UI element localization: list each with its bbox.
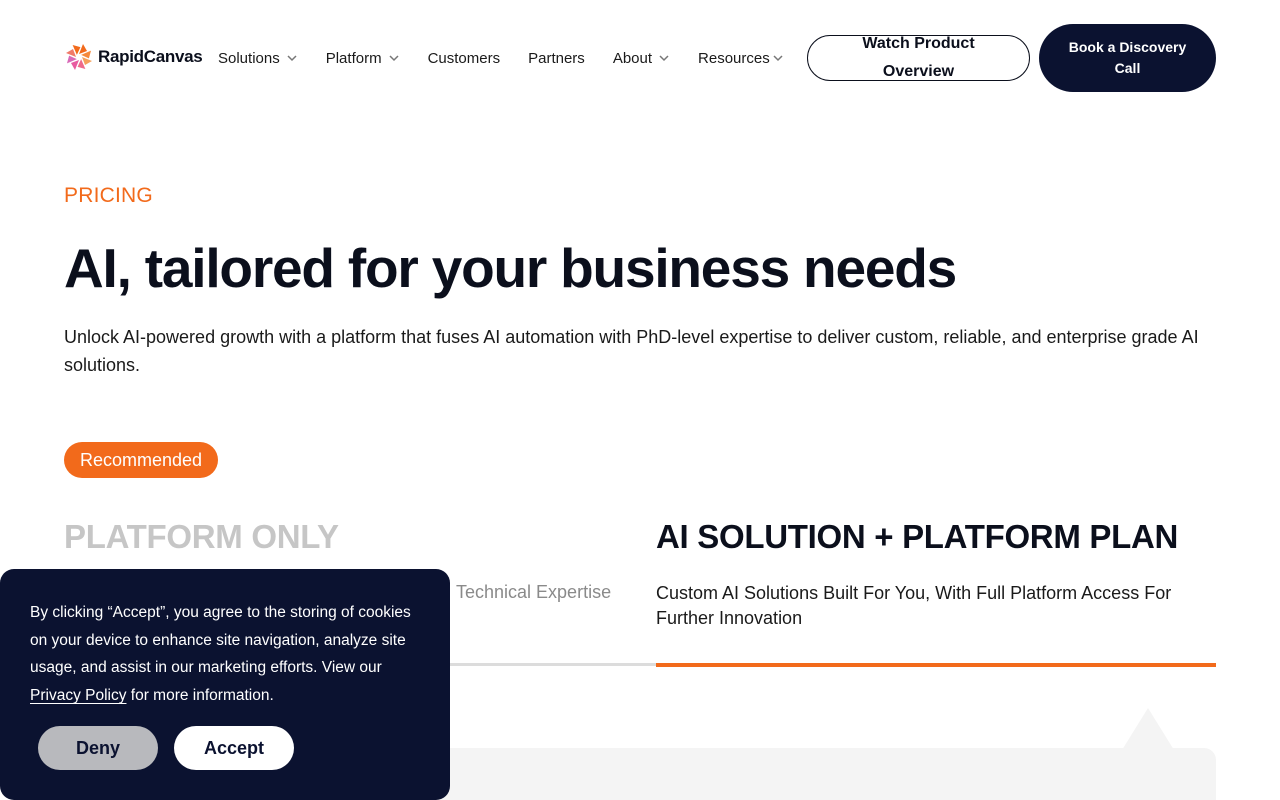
page-title: AI, tailored for your business needs (64, 237, 957, 299)
plan-tab-ai-solution-platform[interactable]: AI SOLUTION + PLATFORM PLAN (656, 518, 1178, 556)
nav-item-label: Customers (427, 49, 501, 67)
rapidcanvas-flower-icon (66, 44, 92, 70)
nav-item-label: Platform (325, 49, 382, 67)
cookie-text-before: By clicking “Accept”, you agree to the s… (30, 604, 411, 677)
nav-item-label: About (612, 49, 653, 67)
brand-name: RapidCanvas (98, 47, 203, 66)
book-discovery-call-label: Book a Discovery Call (1068, 39, 1187, 76)
accept-button[interactable]: Accept (174, 726, 294, 770)
plan-ai-solution-subtitle: Custom AI Solutions Built For You, With … (656, 583, 1172, 628)
nav-item-about[interactable]: About (613, 48, 670, 68)
chevron-down-icon (287, 55, 297, 62)
book-discovery-call-button[interactable]: Book a Discovery Call (1039, 24, 1216, 92)
nav-item-label: Resources (698, 49, 770, 67)
plan-platform-only-subtitle: Technical Expertise (456, 582, 612, 602)
brand-logo[interactable]: RapidCanvas (64, 42, 203, 72)
page-subtitle: Unlock AI-powered growth with a platform… (64, 327, 1199, 375)
privacy-policy-link[interactable]: Privacy Policy (30, 687, 126, 704)
nav-item-resources[interactable]: Resources (698, 48, 784, 68)
nav-item-customers[interactable]: Customers (428, 48, 501, 68)
pricing-eyebrow: PRICING (64, 184, 153, 207)
nav-item-solutions[interactable]: Solutions (218, 48, 298, 68)
main-nav: Solutions Platform Customers Partners Ab… (218, 48, 784, 68)
nav-item-label: Partners (528, 49, 585, 67)
deny-button[interactable]: Deny (38, 726, 158, 770)
cookie-consent-text: By clicking “Accept”, you agree to the s… (30, 599, 430, 710)
chevron-down-icon (389, 55, 399, 62)
site-header: RapidCanvas Solutions Platform Customers… (0, 0, 1280, 116)
recommended-badge: Recommended (64, 442, 219, 478)
plan-tab-platform-only[interactable]: PLATFORM ONLY (64, 518, 339, 556)
panel-pointer (1122, 708, 1174, 750)
nav-item-partners[interactable]: Partners (528, 48, 585, 68)
chevron-down-icon (659, 55, 669, 62)
plan-tab-divider-active (656, 663, 1216, 667)
nav-item-label: Solutions (218, 49, 280, 67)
watch-product-overview-button[interactable]: Watch Product Overview (807, 35, 1030, 81)
chevron-down-icon (773, 55, 783, 62)
cookie-consent-banner: By clicking “Accept”, you agree to the s… (0, 569, 450, 800)
nav-item-platform[interactable]: Platform (326, 48, 400, 68)
cookie-text-after: for more information. (126, 687, 274, 705)
watch-product-overview-label: Watch Product Overview (862, 35, 975, 80)
